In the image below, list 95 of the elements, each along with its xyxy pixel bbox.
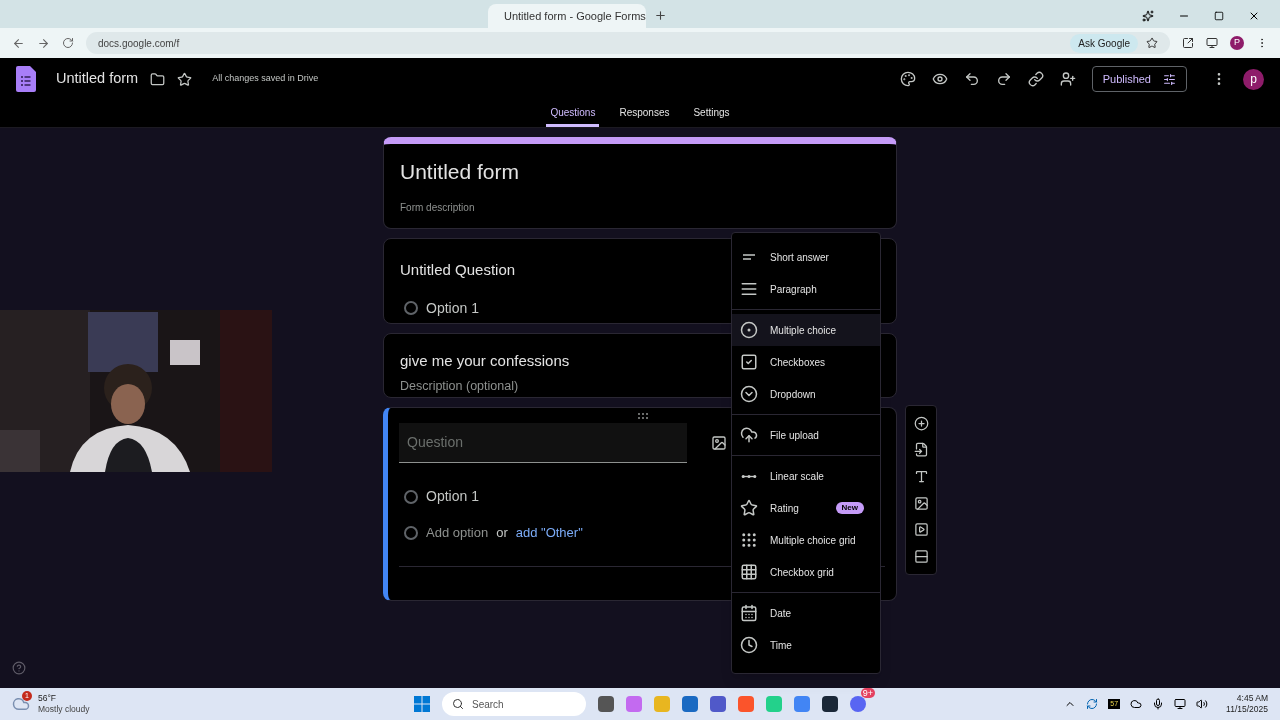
or-text: or: [496, 524, 508, 542]
linear-scale-icon: [740, 473, 758, 479]
sparkle-icon[interactable]: [1142, 10, 1154, 22]
form-title: Untitled form: [400, 159, 521, 185]
notification-badge: 9+: [860, 688, 875, 698]
account-avatar[interactable]: p: [1243, 68, 1264, 90]
link-icon[interactable]: [1027, 71, 1044, 87]
section-title: give me your confessions: [400, 351, 570, 371]
temperature: 56°F: [38, 693, 58, 704]
add-option-link[interactable]: Add option: [426, 523, 489, 543]
start-icon[interactable]: [414, 696, 430, 712]
save-status: All changes saved in Drive: [212, 72, 319, 86]
close-window-icon[interactable]: [1248, 10, 1260, 22]
drag-handle-icon: [637, 412, 649, 420]
menu-item[interactable]: Multiple choice grid: [732, 524, 880, 556]
redo-icon[interactable]: [995, 71, 1012, 87]
grid-icon: [740, 563, 758, 581]
undo-icon[interactable]: [963, 71, 980, 87]
tab-title: Untitled form - Google Forms: [504, 8, 646, 24]
menu-item[interactable]: Date: [732, 597, 880, 629]
forms-logo-icon: [16, 66, 36, 92]
add-question-icon[interactable]: [913, 415, 929, 431]
taskbar-app-icon[interactable]: [682, 696, 698, 712]
taskbar-app-icon[interactable]: [850, 696, 866, 712]
clock-time: 4:45 AM: [1236, 693, 1268, 704]
add-other-link[interactable]: add "Other": [515, 523, 583, 543]
radio-button[interactable]: [404, 301, 418, 315]
menu-item[interactable]: Rating New: [732, 492, 880, 524]
star-icon: [740, 499, 758, 517]
new-tab-icon[interactable]: [654, 9, 667, 22]
option-label: Option 1: [426, 298, 479, 318]
browser-tab[interactable]: Untitled form - Google Forms: [488, 4, 646, 28]
menu-item[interactable]: Dropdown: [732, 378, 880, 410]
taskbar-app-icon[interactable]: [822, 696, 838, 712]
clock-icon: [740, 636, 758, 654]
reload-icon[interactable]: [62, 37, 74, 49]
add-video-icon[interactable]: [913, 522, 929, 538]
dot-grid-icon: [740, 531, 758, 549]
menu-item[interactable]: Checkboxes: [732, 346, 880, 378]
search-icon: [452, 698, 464, 710]
address-bar[interactable]: docs.google.com/f Ask Google: [86, 32, 1170, 54]
forward-icon[interactable]: [37, 36, 50, 50]
nav-tab[interactable]: Settings: [689, 100, 734, 127]
menu-item[interactable]: Linear scale: [732, 460, 880, 492]
microphone-icon[interactable]: [1152, 698, 1165, 710]
menu-item[interactable]: Paragraph: [732, 273, 880, 305]
nav-tab[interactable]: Responses: [615, 100, 674, 127]
menu-item[interactable]: Multiple choice: [732, 314, 880, 346]
menu-item[interactable]: Time: [732, 629, 880, 661]
maximize-icon[interactable]: [1214, 11, 1224, 21]
cloud-upload-icon: [740, 426, 758, 444]
form-description: Form description: [400, 200, 476, 215]
image-icon[interactable]: [711, 435, 727, 451]
description-field[interactable]: Description (optional): [400, 376, 519, 396]
preview-icon[interactable]: [931, 71, 948, 87]
star-icon[interactable]: [177, 71, 193, 87]
nav-tab[interactable]: Questions: [546, 100, 600, 127]
network-icon[interactable]: [1174, 698, 1187, 710]
back-icon[interactable]: [12, 36, 25, 50]
sliders-icon: [1163, 72, 1176, 86]
add-collaborator-icon[interactable]: [1059, 71, 1076, 87]
taskbar-search[interactable]: Search: [442, 692, 586, 716]
clock-date: 11/15/2025: [1226, 704, 1268, 715]
help-icon[interactable]: [12, 661, 26, 675]
published-button[interactable]: Published: [1091, 66, 1187, 92]
new-badge: New: [835, 502, 864, 514]
radio-icon: [740, 321, 758, 339]
weather-condition: Mostly cloudy: [38, 704, 90, 715]
menu-item[interactable]: Short answer: [732, 241, 880, 273]
menu-item[interactable]: Checkbox grid: [732, 556, 880, 588]
option-label: Option 1: [426, 487, 479, 506]
dropdown-icon: [740, 385, 758, 403]
menu-item[interactable]: File upload: [732, 419, 880, 451]
sync-icon[interactable]: [1086, 698, 1099, 710]
profile-avatar[interactable]: P: [1230, 36, 1244, 50]
bookmark-icon[interactable]: [1146, 37, 1158, 49]
volume-icon[interactable]: [1196, 698, 1209, 710]
form-name: Untitled form: [56, 69, 139, 89]
taskbar-app-icon[interactable]: [710, 696, 726, 712]
radio-button[interactable]: [404, 489, 418, 504]
question-title: Untitled Question: [400, 260, 517, 280]
weather-icon: [12, 695, 30, 713]
taskbar-app-icon[interactable]: [598, 696, 614, 712]
import-questions-icon[interactable]: [913, 442, 929, 458]
palette-icon[interactable]: [899, 71, 916, 87]
add-image-icon[interactable]: [913, 495, 929, 511]
add-section-icon[interactable]: [913, 549, 929, 565]
add-title-icon[interactable]: [913, 469, 929, 485]
checkbox-icon: [740, 353, 758, 371]
question-input[interactable]: Question: [399, 423, 687, 463]
folder-icon[interactable]: [150, 71, 166, 87]
calendar-icon: [740, 604, 758, 622]
paragraph-icon: [740, 280, 758, 298]
radio-button[interactable]: [404, 525, 418, 540]
ask-google-button[interactable]: Ask Google: [1070, 33, 1138, 53]
